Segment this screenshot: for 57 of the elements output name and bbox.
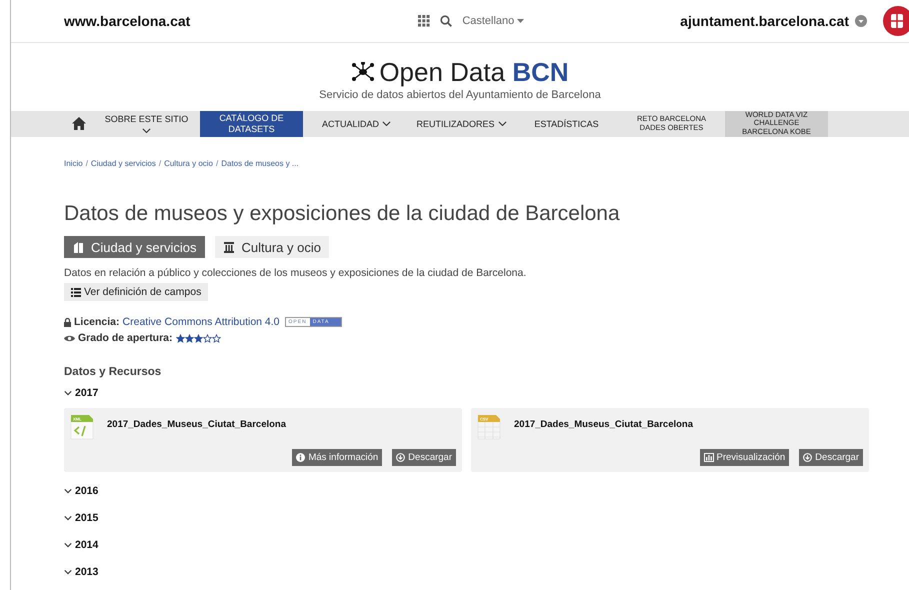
dropdown-icon[interactable] [855,14,867,27]
info-button[interactable]: Más información [292,449,382,466]
empty-star-icon [212,334,221,342]
category-tag[interactable]: Cultura y ocio [214,236,329,258]
breadcrumb-link[interactable]: Cultura y ocio [164,159,213,168]
column-icon [222,241,234,253]
building-icon [72,241,84,253]
info-icon [296,453,306,462]
download-button[interactable]: Descargar [392,449,456,466]
dataset-description: Datos en relación a público y colecciones de los museos y exposiciones de la ciudad de Barcelona. [64,267,528,279]
council-link[interactable]: ajuntament.barcelona.cat [680,12,849,29]
category-tag[interactable]: Ciudad y servicios [64,236,204,258]
bar-chart-icon [704,453,714,462]
chevron-icon [64,390,72,396]
breadcrumb-separator: / [216,159,218,168]
year-toggle[interactable]: 2014 [64,536,98,553]
filled-star-icon [176,334,185,342]
filled-star-icon [184,334,194,342]
download-icon [396,453,406,462]
file-name[interactable]: 2017_Dades_Museus_Ciutat_Barcelona [107,419,286,430]
section-heading: Datos y Recursos [64,366,162,378]
preview-button[interactable]: Previsualización [700,449,790,466]
page-title: Datos de museos y exposiciones de la ciudad de Barcelona [64,202,621,226]
year-toggle[interactable]: 2013 [64,563,98,580]
chevron-icon [64,542,72,548]
license-link[interactable]: Creative Commons Attribution 4.0 [122,316,280,328]
language-selector[interactable]: Castellano [462,14,524,27]
list-icon [71,288,81,296]
caret-icon [517,18,524,23]
license-label: Licencia: [74,316,120,328]
chevron-icon [64,568,72,574]
breadcrumb-link[interactable]: Ciudad y servicios [90,159,156,168]
eye-icon [64,334,75,342]
chevron-icon [64,488,72,494]
breadcrumb-separator: / [86,159,88,168]
openness-label: Grado de apertura: [78,332,173,344]
emblem-icon [883,6,909,36]
logo-title: Open Data BCN [379,56,569,88]
logo-subtitle: Servicio de datos abiertos del Ayuntamiento de Barcelona [319,88,601,101]
fields-definition-button[interactable]: Ver definición de campos [64,283,208,301]
site-link[interactable]: www.barcelona.cat [64,12,190,29]
download-button[interactable]: Descargar [799,449,863,466]
year-toggle[interactable]: 2016 [64,482,98,499]
filled-star-icon [194,334,203,342]
lock-icon [64,318,71,326]
breadcrumb-link[interactable]: Inicio [64,159,83,168]
year-toggle[interactable]: 2015 [64,509,98,526]
network-logo-icon [351,62,376,82]
breadcrumb-link[interactable]: Datos de museos y ... [221,159,299,168]
year-toggle[interactable]: 2017 [64,384,98,401]
file-name[interactable]: 2017_Dades_Museus_Ciutat_Barcelona [514,419,694,430]
search-icon[interactable] [440,14,452,27]
download-icon [803,453,812,462]
breadcrumb-separator: / [158,159,162,168]
chevron-icon [64,514,72,520]
nav-tab[interactable]: CATÁLOGO DE DATASETS [200,110,303,137]
apps-grid-icon[interactable] [418,14,430,27]
